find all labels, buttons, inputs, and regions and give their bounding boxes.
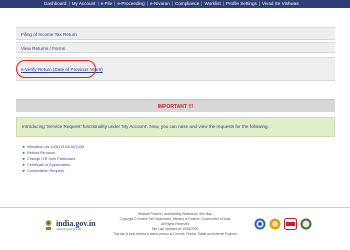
nav-my-account[interactable]: My Account xyxy=(72,0,96,8)
highlight-circle xyxy=(16,60,96,78)
list-item-text: Condonation Request xyxy=(27,169,64,173)
quality-seal-icon xyxy=(269,218,281,230)
government-seal-icon xyxy=(300,218,312,230)
nav-profile-settings[interactable]: Profile Settings xyxy=(226,0,257,8)
view-returns-panel[interactable]: View Returns / Forms xyxy=(16,42,335,53)
nav-e-nivaran[interactable]: e-Nivaran xyxy=(150,0,170,8)
nav-compliance[interactable]: Compliance xyxy=(175,0,199,8)
view-returns-link[interactable]: View Returns / Forms xyxy=(21,46,65,51)
footer-browser-note: This site is best viewed in latest versi… xyxy=(113,232,237,236)
india-gov-logo[interactable]: india.gov.in national portal of india xyxy=(44,218,96,231)
nav-vivad-se-vishwas[interactable]: Vivad Se Vishwas xyxy=(262,0,299,8)
nav-e-file[interactable]: e-File xyxy=(101,0,113,8)
filing-link[interactable]: Filing of Income Tax Return xyxy=(21,32,77,37)
service-request-list: ► Intimation u/s 143(1)/154/16(1)/35 ► R… xyxy=(22,144,84,174)
nav-dashboard[interactable]: Dashboard xyxy=(44,0,66,8)
nav-separator: | xyxy=(201,1,203,6)
nav-worklist[interactable]: Worklist xyxy=(204,0,220,8)
filing-panel[interactable]: Filing of Income Tax Return xyxy=(16,27,335,40)
nav-e-proceeding[interactable]: e-Proceeding xyxy=(117,0,144,8)
nav-separator: | xyxy=(114,1,116,6)
certification-badges xyxy=(254,218,315,230)
logo-text: india.gov.in xyxy=(56,218,96,228)
main-nav: Dashboard | My Account | e-File | e-Proc… xyxy=(0,0,350,8)
nav-separator: | xyxy=(222,1,224,6)
service-request-text: Introducing 'Service Request' functional… xyxy=(22,124,269,129)
certification-badge-icon xyxy=(254,218,266,230)
footer-links[interactable]: Website Policies | Accessibility Stateme… xyxy=(0,212,350,216)
nav-separator: | xyxy=(97,1,99,6)
award-badge-icon xyxy=(284,218,297,230)
national-emblem-icon xyxy=(45,220,52,230)
nav-separator: | xyxy=(68,1,70,6)
service-request-notice: Introducing 'Service Request' functional… xyxy=(16,117,335,137)
nav-separator: | xyxy=(258,1,261,6)
important-header: IMPORTANT !!! xyxy=(16,99,335,112)
nav-separator: | xyxy=(146,1,148,6)
logo-subtitle: national portal of india xyxy=(56,227,82,231)
footer-divider xyxy=(0,207,350,208)
nav-separator: | xyxy=(171,1,173,6)
list-item: ► Condonation Request xyxy=(22,168,84,174)
important-title: IMPORTANT !!! xyxy=(157,104,194,110)
